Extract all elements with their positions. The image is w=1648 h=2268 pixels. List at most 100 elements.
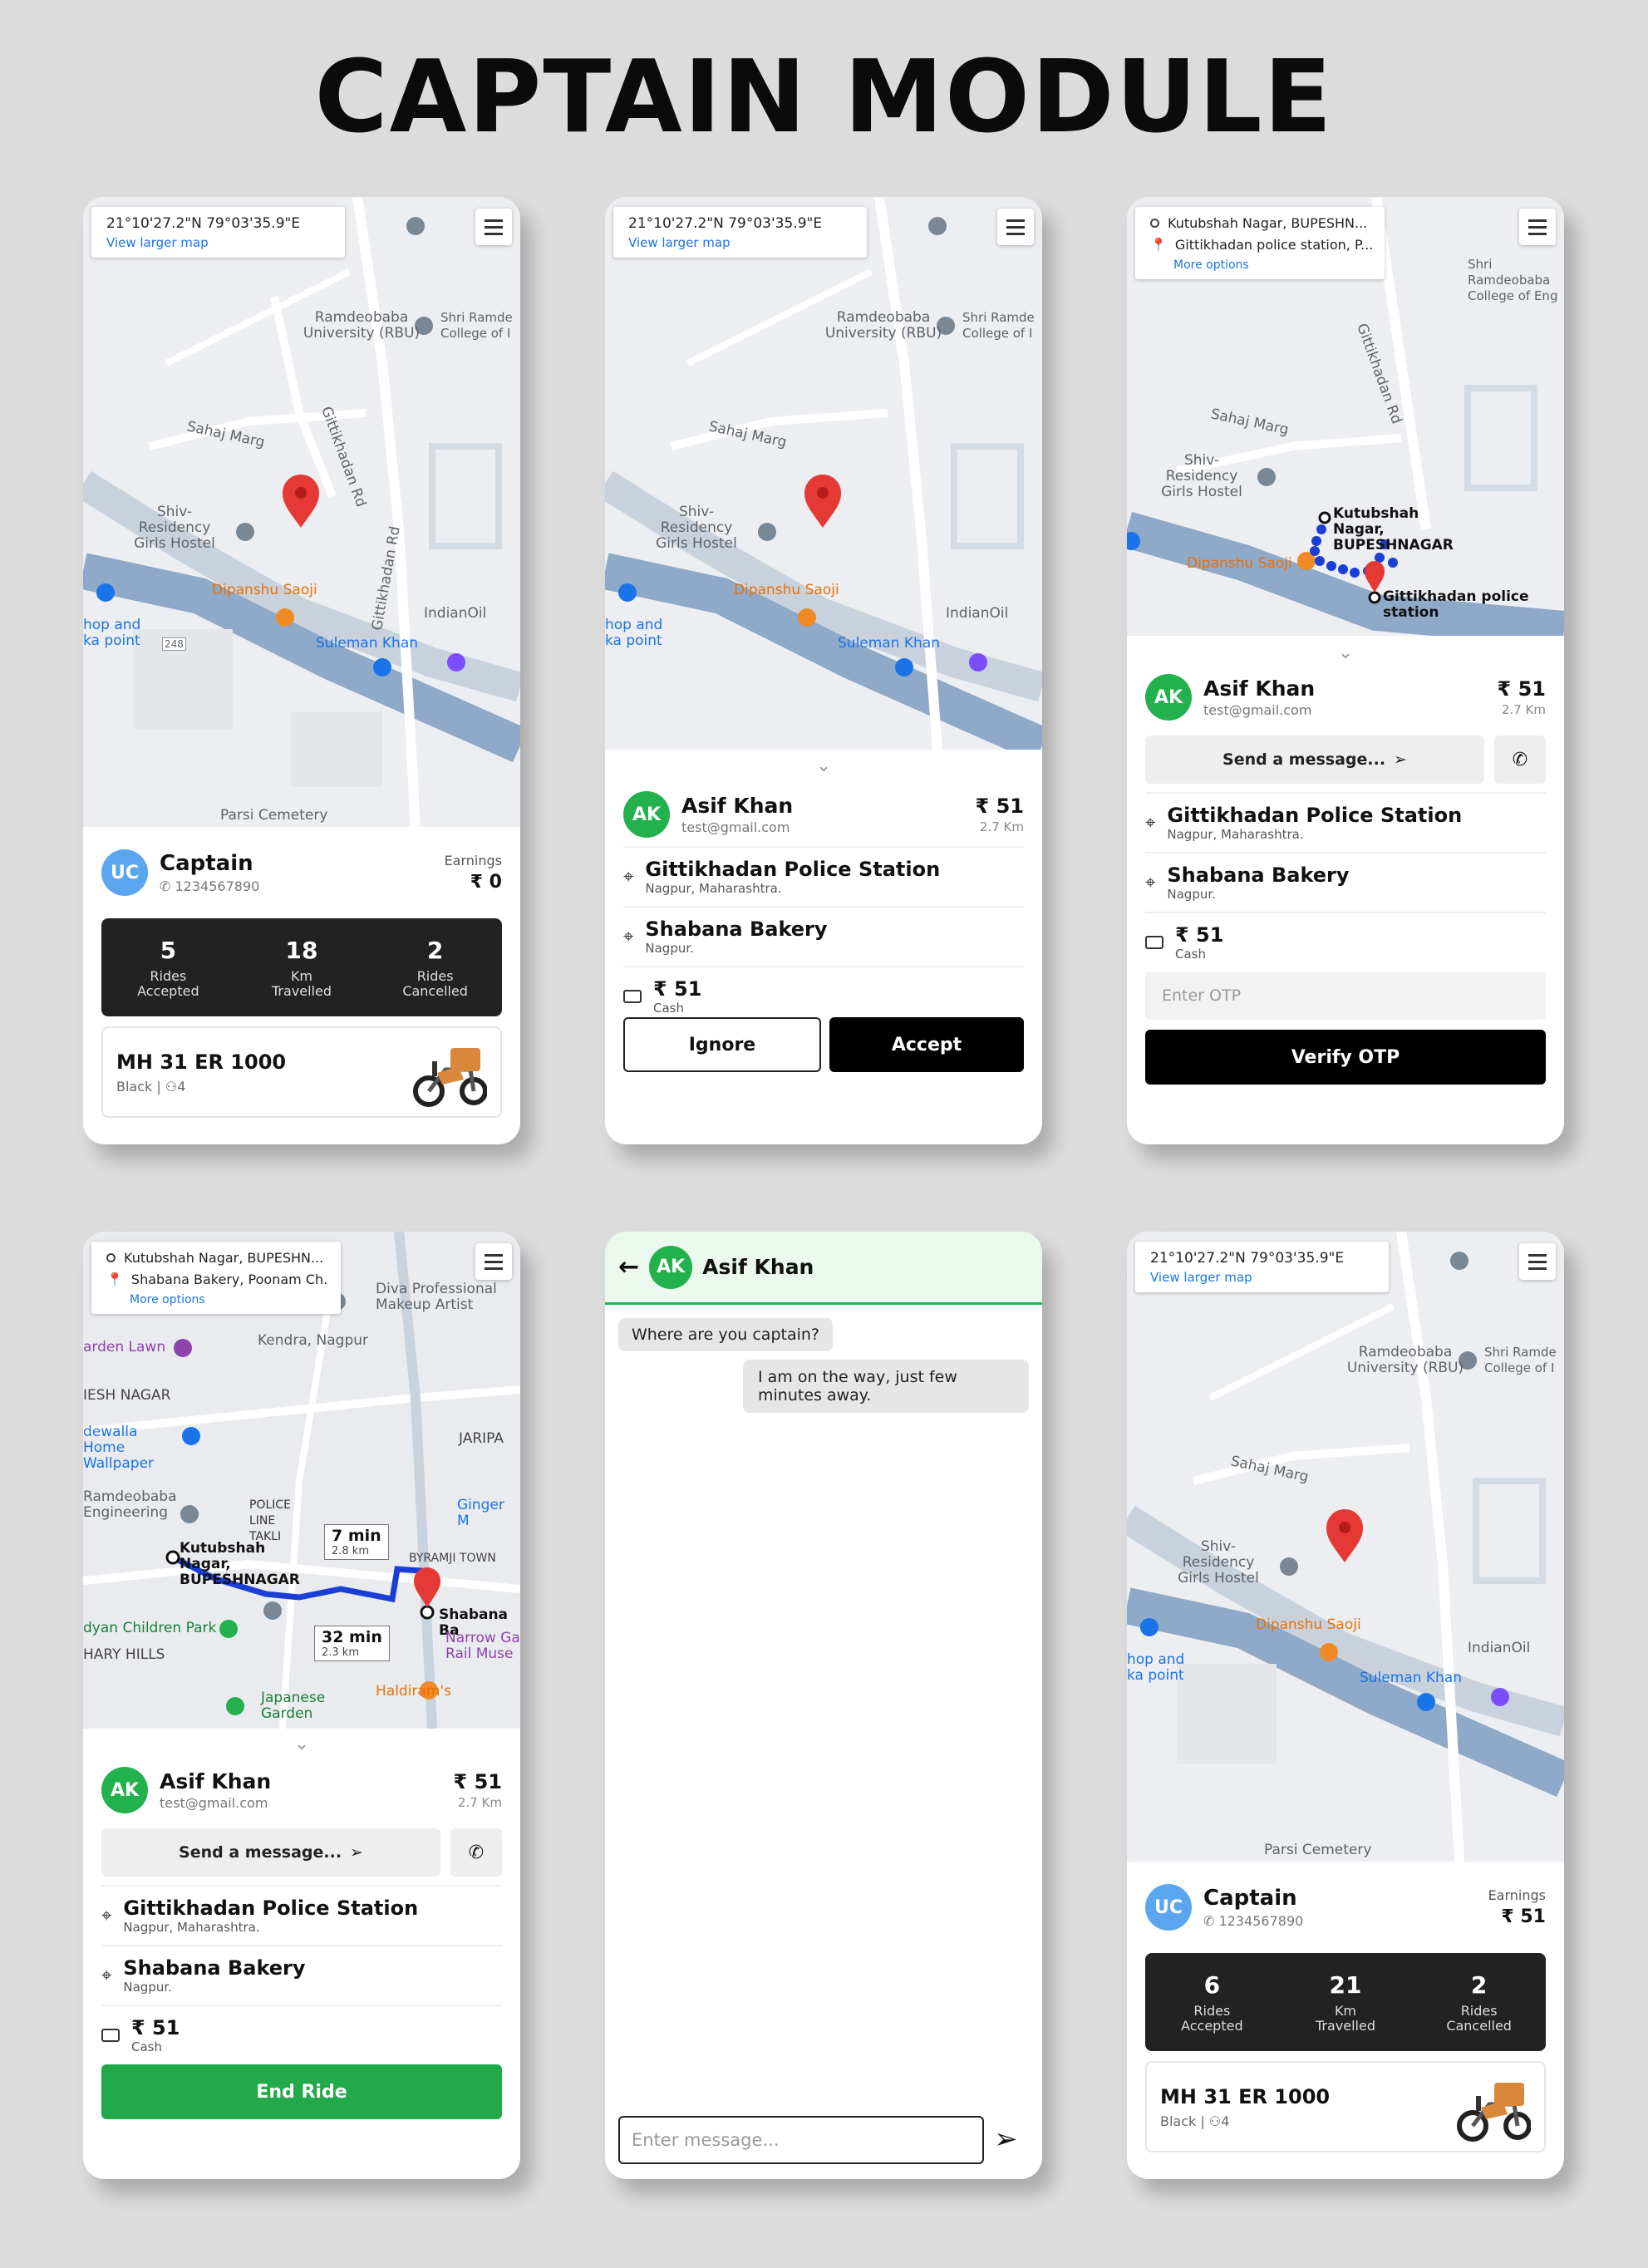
map-label: Kutubshah Nagar, BUPESHNAGAR <box>1333 505 1454 553</box>
verify-otp-button[interactable]: Verify OTP <box>1145 1030 1546 1085</box>
call-button[interactable]: ✆ <box>1494 736 1546 784</box>
map-view[interactable]: 21°10'27.2"N 79°03'35.9"E View larger ma… <box>1127 1232 1564 1862</box>
map-view[interactable]: 21°10'27.2"N 79°03'35.9"E View larger ma… <box>605 197 1042 750</box>
phone-icon: ✆ <box>468 1842 485 1863</box>
map-label: Narrow Ga Rail Muse <box>445 1630 520 1662</box>
chat-input[interactable]: Enter message... <box>618 2116 984 2164</box>
map-label: Ramdeobaba University (RBU) <box>824 309 942 342</box>
avatar: UC <box>1145 1884 1192 1931</box>
send-icon: ➢ <box>350 1843 363 1862</box>
location-pin-icon: ⌖ <box>623 866 634 888</box>
map-label: Japanese Garden <box>261 1690 326 1722</box>
action-row: Ignore Accept <box>623 1017 1024 1072</box>
map-label: arden Lawn <box>83 1339 166 1355</box>
map-label: Shri Ramde College of I <box>962 310 1035 341</box>
map-view[interactable]: 21°10'27.2"N 79°03'35.9"E View larger ma… <box>83 197 520 827</box>
ignore-button[interactable]: Ignore <box>623 1017 821 1072</box>
otp-input[interactable]: Enter OTP <box>1145 972 1546 1020</box>
drop-title: Shabana Bakery <box>645 918 828 941</box>
distance: 2.7 Km <box>1501 702 1546 717</box>
pickup-row: ⌖ Gittikhadan Police Station Nagpur, Maha… <box>623 846 1024 906</box>
card-icon <box>623 990 642 1003</box>
phone-number: 1234567890 <box>1218 1913 1304 1929</box>
send-icon: ➢ <box>1394 750 1407 769</box>
menu-icon[interactable] <box>475 209 512 245</box>
drop-row: ⌖ Shabana Bakery Nagpur. <box>1145 852 1546 912</box>
chat-message-sent: I am on the way, just few minutes away. <box>743 1360 1029 1413</box>
send-message-label: Send a message... <box>179 1843 342 1862</box>
map-label: IndianOil <box>1468 1640 1531 1656</box>
vehicle-color: Black | <box>116 1078 165 1095</box>
motorbike-icon <box>413 1048 487 1107</box>
direction-to: 📍 Shabana Bakery, Poonam Ch... <box>106 1272 329 1287</box>
drive-time: 7 min <box>332 1527 381 1545</box>
vehicle-card: MH 31 ER 1000 Black | ⚇4 <box>1145 2061 1546 2152</box>
stat-value: 18 <box>285 936 318 964</box>
end-ride-button[interactable]: End Ride <box>101 2064 502 2119</box>
destination-pin-icon: 📍 <box>106 1272 123 1287</box>
distance: 2.7 Km <box>979 819 1024 834</box>
menu-icon[interactable] <box>997 209 1034 245</box>
customer-row: AK Asif Khan test@gmail.com ₹ 51 2.7 Km <box>1145 666 1546 729</box>
stat-label: Km Travelled <box>1315 2002 1375 2034</box>
ride-request-sheet: AK Asif Khan test@gmail.com ₹ 51 2.7 Km … <box>605 783 1042 1072</box>
payment-method: Cash <box>653 1001 684 1016</box>
chevron-down-icon[interactable]: ⌄ <box>1335 642 1356 664</box>
accept-button[interactable]: Accept <box>829 1017 1024 1072</box>
vehicle-seats: 4 <box>1221 2113 1230 2129</box>
map-label: HARY HILLS <box>83 1646 165 1663</box>
send-message-button[interactable]: Send a message... ➢ <box>101 1828 440 1877</box>
more-options-link[interactable]: More options <box>1150 258 1373 272</box>
map-label: dewalla Home Wallpaper <box>83 1424 155 1472</box>
phone-verify-otp: Kutubshah Nagar, BUPESHN... 📍 Gittikhadan… <box>1127 197 1564 1144</box>
map-label: Ramdeobaba Engineering <box>83 1488 177 1521</box>
map-label: Kendra, Nagpur <box>258 1332 369 1349</box>
send-message-label: Send a message... <box>1222 750 1386 769</box>
view-larger-map-link[interactable]: View larger map <box>628 235 855 250</box>
menu-icon[interactable] <box>1519 1243 1556 1280</box>
phone-icon: ✆ <box>1203 1913 1219 1929</box>
distance: 2.7 Km <box>457 1795 502 1810</box>
stat-label: Rides Accepted <box>1181 2002 1243 2034</box>
customer-name: Asif Khan <box>1203 676 1316 701</box>
to-text: Shabana Bakery, Poonam Ch... <box>130 1272 329 1287</box>
fare: ₹ 51 <box>975 795 1024 818</box>
map-coordinates: 21°10'27.2"N 79°03'35.9"E <box>1150 1250 1345 1267</box>
customer-email: test@gmail.com <box>1203 702 1312 718</box>
origin-icon <box>1150 219 1159 228</box>
motorbike-icon <box>1457 2083 1531 2142</box>
phone-icon: ✆ <box>160 878 175 894</box>
avatar: UC <box>101 849 148 896</box>
phone-ride-request: 21°10'27.2"N 79°03'35.9"E View larger ma… <box>605 197 1042 1144</box>
captain-sheet: UC Captain ✆ 1234567890 Earnings ₹ 51 6 R… <box>1127 1862 1564 2152</box>
menu-icon[interactable] <box>1519 209 1556 245</box>
phone-in-ride: Kutubshah Nagar, BUPESHN... 📍 Shabana Bak… <box>83 1232 520 2179</box>
call-button[interactable]: ✆ <box>450 1828 502 1877</box>
stat-rides-cancelled: 2 Rides Cancelled <box>1442 1971 1517 2034</box>
map-view[interactable]: Kutubshah Nagar, BUPESHN... 📍 Gittikhadan… <box>1127 197 1564 636</box>
payment-amount: ₹ 51 <box>653 977 702 1001</box>
customer-row: AK Asif Khan test@gmail.com ₹ 51 2.7 Km <box>101 1759 502 1822</box>
more-options-link[interactable]: More options <box>106 1293 329 1306</box>
send-message-button[interactable]: Send a message... ➢ <box>1145 736 1484 784</box>
earnings-label: Earnings <box>1488 1887 1546 1903</box>
captain-sheet: UC Captain ✆ 1234567890 Earnings ₹ 0 5 Ri… <box>83 827 520 1118</box>
drive-dist: 2.8 km <box>332 1545 369 1557</box>
view-larger-map-link[interactable]: View larger map <box>106 235 333 250</box>
chevron-down-icon[interactable]: ⌄ <box>291 1734 312 1755</box>
map-view[interactable]: Kutubshah Nagar, BUPESHN... 📍 Shabana Bak… <box>83 1232 520 1729</box>
payment-row: ₹ 51 Cash <box>1145 912 1546 972</box>
map-label: BYRAMJI TOWN <box>409 1552 496 1565</box>
menu-icon[interactable] <box>475 1243 512 1280</box>
vehicle-detail: Black | ⚇4 <box>1160 2113 1330 2129</box>
person-icon: ⚇ <box>165 1078 178 1095</box>
map-label: Dipanshu Saoji <box>734 582 839 598</box>
location-pin-icon: ⌖ <box>1145 812 1156 834</box>
view-larger-map-link[interactable]: View larger map <box>1150 1270 1377 1285</box>
drop-row: ⌖ Shabana Bakery Nagpur. <box>101 1945 502 2005</box>
send-icon[interactable]: ➢ <box>994 2123 1018 2156</box>
payment-row: ₹ 51 Cash <box>101 2005 502 2064</box>
chevron-down-icon[interactable]: ⌄ <box>813 755 834 777</box>
back-arrow-icon[interactable]: ← <box>618 1252 639 1282</box>
map-label: Shri Ramde College of I <box>1484 1345 1557 1375</box>
